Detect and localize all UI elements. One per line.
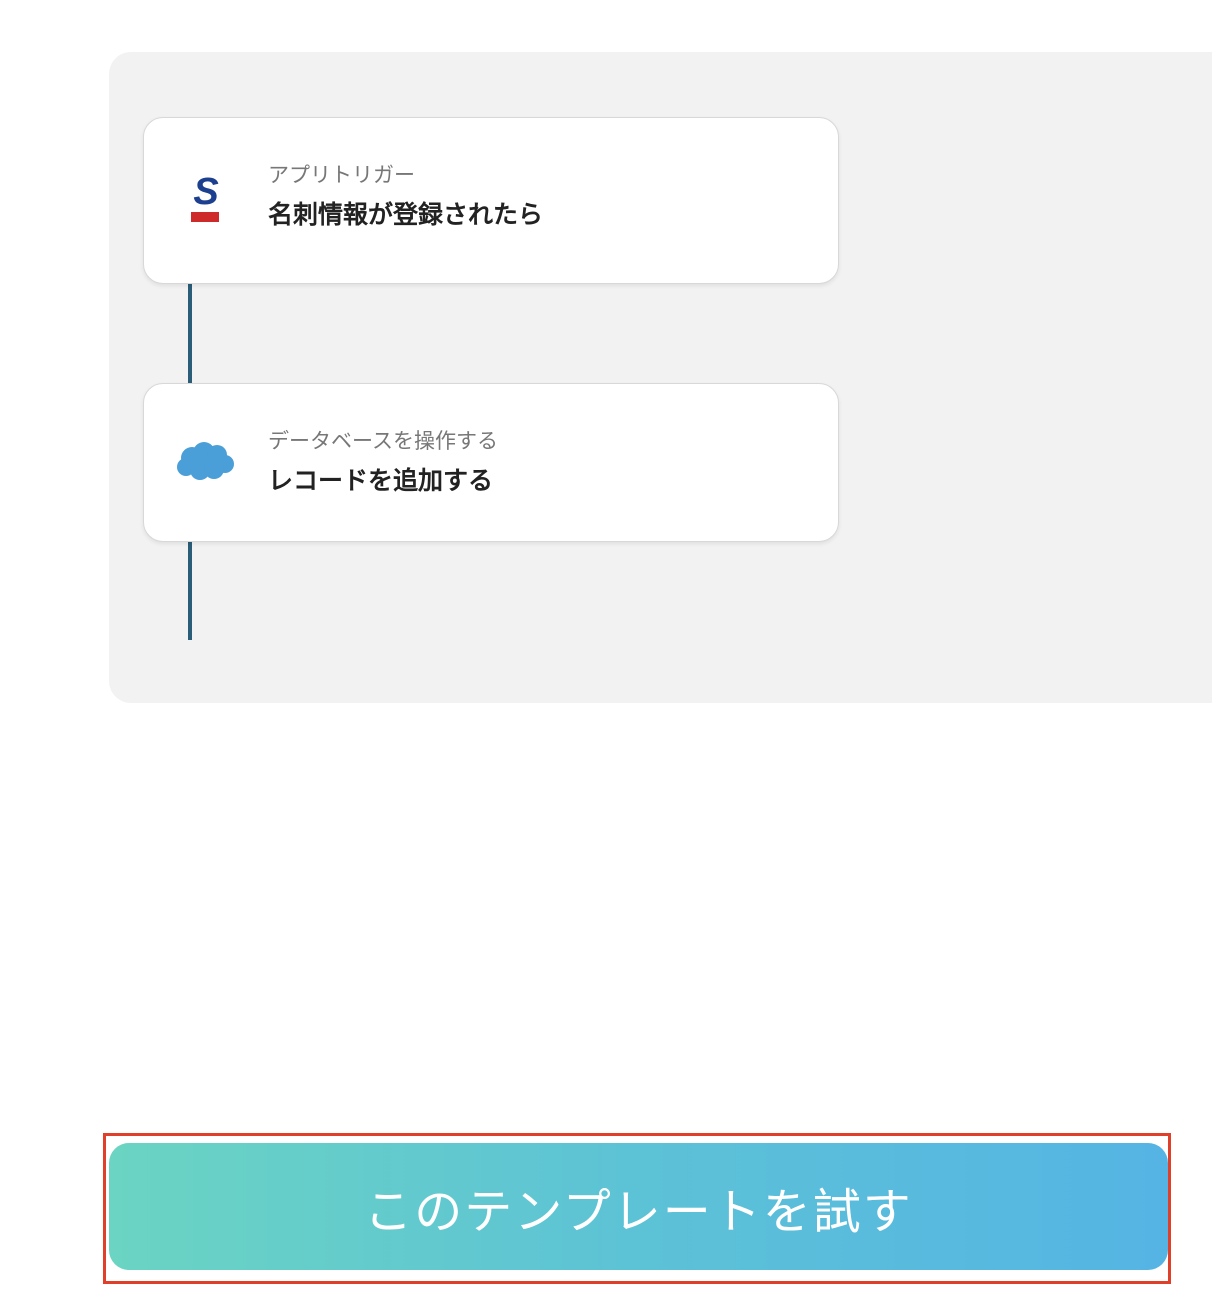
sansan-logo-icon: S [176,170,236,230]
salesforce-cloud-icon [176,432,236,492]
step-subtitle: アプリトリガー [268,163,415,187]
flow-connector [188,541,192,640]
step-subtitle: データベースを操作する [268,429,498,453]
step-title: レコードを追加する [268,466,494,495]
flow-connector [188,284,192,384]
step-title: 名刺情報が登録されたら [268,200,544,229]
svg-text:S: S [193,171,218,213]
flow-step-action[interactable]: データベースを操作する レコードを追加する [143,383,839,542]
flow-step-trigger[interactable]: S アプリトリガー 名刺情報が登録されたら [143,117,839,284]
try-template-button[interactable]: このテンプレートを試す [109,1143,1168,1270]
